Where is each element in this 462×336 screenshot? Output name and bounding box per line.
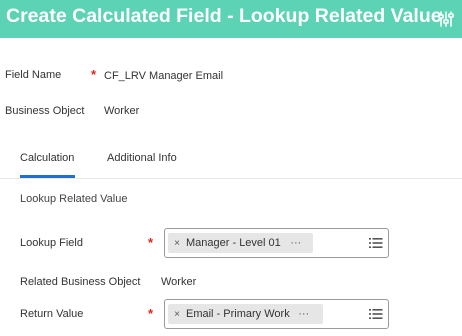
business-object-label: Business Object [5, 105, 85, 117]
required-indicator: * [148, 306, 154, 321]
return-value-label: Return Value [20, 308, 84, 320]
tab-calculation[interactable]: Calculation [20, 152, 74, 164]
lookup-field-prompt[interactable]: × Manager - Level 01 ··· [164, 228, 389, 258]
more-icon[interactable]: ··· [295, 308, 313, 320]
required-indicator: * [91, 67, 97, 82]
field-name-label: Field Name [5, 69, 62, 81]
remove-icon[interactable]: × [168, 309, 186, 320]
active-tab-indicator [20, 175, 75, 178]
business-object-value: Worker [104, 105, 140, 117]
tab-additional-info[interactable]: Additional Info [107, 152, 177, 164]
related-business-object-label: Related Business Object [20, 276, 141, 288]
field-name-value: CF_LRV Manager Email [104, 70, 224, 82]
pill-label: Manager - Level 01 [186, 237, 281, 249]
lookup-field-label: Lookup Field [20, 237, 83, 249]
prompt-list-icon[interactable] [368, 235, 384, 251]
related-business-object-value: Worker [161, 276, 197, 288]
related-actions-icon[interactable] [437, 10, 455, 28]
tab-divider [0, 178, 462, 179]
required-indicator: * [148, 235, 154, 250]
page-header: Create Calculated Field - Lookup Related… [0, 0, 462, 38]
selected-item-pill[interactable]: × Manager - Level 01 ··· [168, 233, 313, 253]
pill-label: Email - Primary Work [186, 308, 290, 320]
prompt-list-icon[interactable] [368, 306, 384, 322]
section-title: Lookup Related Value [20, 193, 128, 205]
return-value-prompt[interactable]: × Email - Primary Work ··· [164, 299, 389, 329]
selected-item-pill[interactable]: × Email - Primary Work ··· [168, 304, 323, 324]
more-icon[interactable]: ··· [287, 237, 305, 249]
remove-icon[interactable]: × [168, 238, 186, 249]
page-title: Create Calculated Field - Lookup Related… [6, 5, 442, 27]
